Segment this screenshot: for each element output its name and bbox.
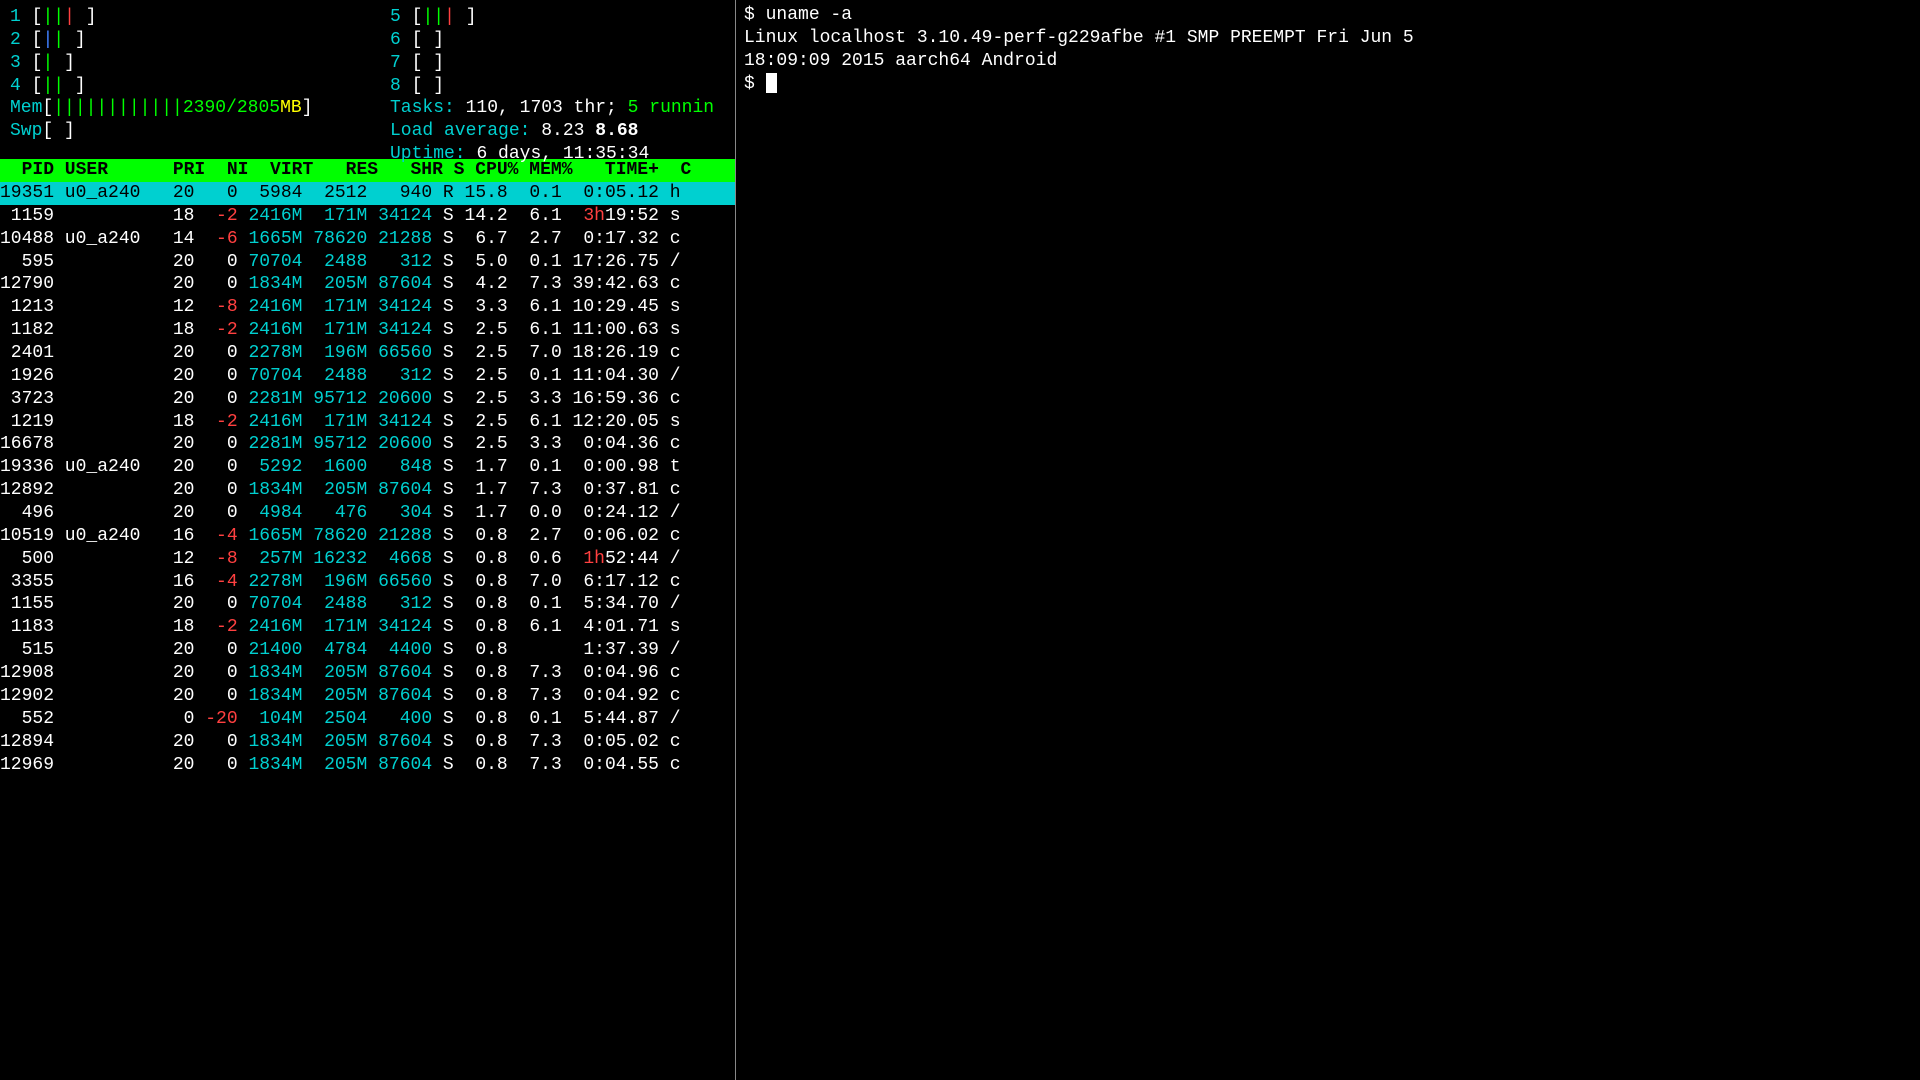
- tasks-line: Tasks: 110, 1703 thr; 5 runnin: [390, 97, 714, 120]
- cursor-icon: [766, 73, 777, 93]
- terminal-command: uname -a: [766, 5, 852, 25]
- cpu-meter: 3 [| ]: [10, 52, 380, 75]
- process-row[interactable]: 1213 12 -8 2416M 171M 34124 S 3.3 6.1 10…: [0, 296, 735, 319]
- process-row[interactable]: 515 20 0 21400 4784 4400 S 0.8 1:37.39 /: [0, 639, 735, 662]
- load-line: Load average: 8.23 8.68: [390, 120, 714, 143]
- process-row[interactable]: 500 12 -8 257M 16232 4668 S 0.8 0.6 1h52…: [0, 548, 735, 571]
- process-row[interactable]: 496 20 0 4984 476 304 S 1.7 0.0 0:24.12 …: [0, 502, 735, 525]
- terminal-pane[interactable]: $ uname -a Linux localhost 3.10.49-perf-…: [736, 0, 1920, 1080]
- process-row[interactable]: 12894 20 0 1834M 205M 87604 S 0.8 7.3 0:…: [0, 731, 735, 754]
- htop-pane[interactable]: 1 [||| ]2 [|| ]3 [| ]4 [|| ] Mem[|||||||…: [0, 0, 736, 1080]
- cpu-meter: 2 [|| ]: [10, 29, 380, 52]
- mem-used: 2390: [183, 98, 226, 118]
- terminal-prompt[interactable]: $: [744, 73, 1912, 96]
- cpu-meter: 6 [ ]: [390, 29, 714, 52]
- process-row[interactable]: 1182 18 -2 2416M 171M 34124 S 2.5 6.1 11…: [0, 319, 735, 342]
- terminal-line: $ uname -a: [744, 4, 1912, 27]
- process-row[interactable]: 12790 20 0 1834M 205M 87604 S 4.2 7.3 39…: [0, 273, 735, 296]
- terminal-output: Linux localhost 3.10.49-perf-g229afbe #1…: [744, 27, 1912, 50]
- mem-meter: Mem[||||||||||||2390/2805MB]: [10, 97, 380, 120]
- process-row[interactable]: 1155 20 0 70704 2488 312 S 0.8 0.1 5:34.…: [0, 593, 735, 616]
- process-row[interactable]: 12969 20 0 1834M 205M 87604 S 0.8 7.3 0:…: [0, 754, 735, 777]
- process-row[interactable]: 2401 20 0 2278M 196M 66560 S 2.5 7.0 18:…: [0, 342, 735, 365]
- mem-unit: MB: [280, 98, 302, 118]
- process-row[interactable]: 12902 20 0 1834M 205M 87604 S 0.8 7.3 0:…: [0, 685, 735, 708]
- swp-meter: Swp[ ]: [10, 120, 380, 143]
- process-row[interactable]: 1926 20 0 70704 2488 312 S 2.5 0.1 11:04…: [0, 365, 735, 388]
- uptime-line: Uptime: 6 days, 11:35:34: [390, 143, 714, 166]
- htop-header: 1 [||| ]2 [|| ]3 [| ]4 [|| ] Mem[|||||||…: [0, 0, 735, 145]
- mem-total: 2805: [237, 98, 280, 118]
- terminal-output: 18:09:09 2015 aarch64 Android: [744, 50, 1912, 73]
- process-row[interactable]: 10519 u0_a240 16 -4 1665M 78620 21288 S …: [0, 525, 735, 548]
- process-row[interactable]: 595 20 0 70704 2488 312 S 5.0 0.1 17:26.…: [0, 251, 735, 274]
- process-row-selected[interactable]: 19351 u0_a240 20 0 5984 2512 940 R 15.8 …: [0, 182, 735, 205]
- process-row[interactable]: 1219 18 -2 2416M 171M 34124 S 2.5 6.1 12…: [0, 411, 735, 434]
- process-row[interactable]: 19336 u0_a240 20 0 5292 1600 848 S 1.7 0…: [0, 456, 735, 479]
- process-row[interactable]: 12908 20 0 1834M 205M 87604 S 0.8 7.3 0:…: [0, 662, 735, 685]
- cpu-meter: 4 [|| ]: [10, 75, 380, 98]
- process-row[interactable]: 1159 18 -2 2416M 171M 34124 S 14.2 6.1 3…: [0, 205, 735, 228]
- process-row[interactable]: 16678 20 0 2281M 95712 20600 S 2.5 3.3 0…: [0, 433, 735, 456]
- process-row[interactable]: 3355 16 -4 2278M 196M 66560 S 0.8 7.0 6:…: [0, 571, 735, 594]
- process-row[interactable]: 1183 18 -2 2416M 171M 34124 S 0.8 6.1 4:…: [0, 616, 735, 639]
- process-row[interactable]: 552 0 -20 104M 2504 400 S 0.8 0.1 5:44.8…: [0, 708, 735, 731]
- cpu-meter: 8 [ ]: [390, 75, 714, 98]
- process-row[interactable]: 12892 20 0 1834M 205M 87604 S 1.7 7.3 0:…: [0, 479, 735, 502]
- cpu-meter: 1 [||| ]: [10, 6, 380, 29]
- cpu-meter: 7 [ ]: [390, 52, 714, 75]
- process-list[interactable]: 19351 u0_a240 20 0 5984 2512 940 R 15.8 …: [0, 182, 735, 776]
- process-row[interactable]: 10488 u0_a240 14 -6 1665M 78620 21288 S …: [0, 228, 735, 251]
- cpu-meter: 5 [||| ]: [390, 6, 714, 29]
- process-row[interactable]: 3723 20 0 2281M 95712 20600 S 2.5 3.3 16…: [0, 388, 735, 411]
